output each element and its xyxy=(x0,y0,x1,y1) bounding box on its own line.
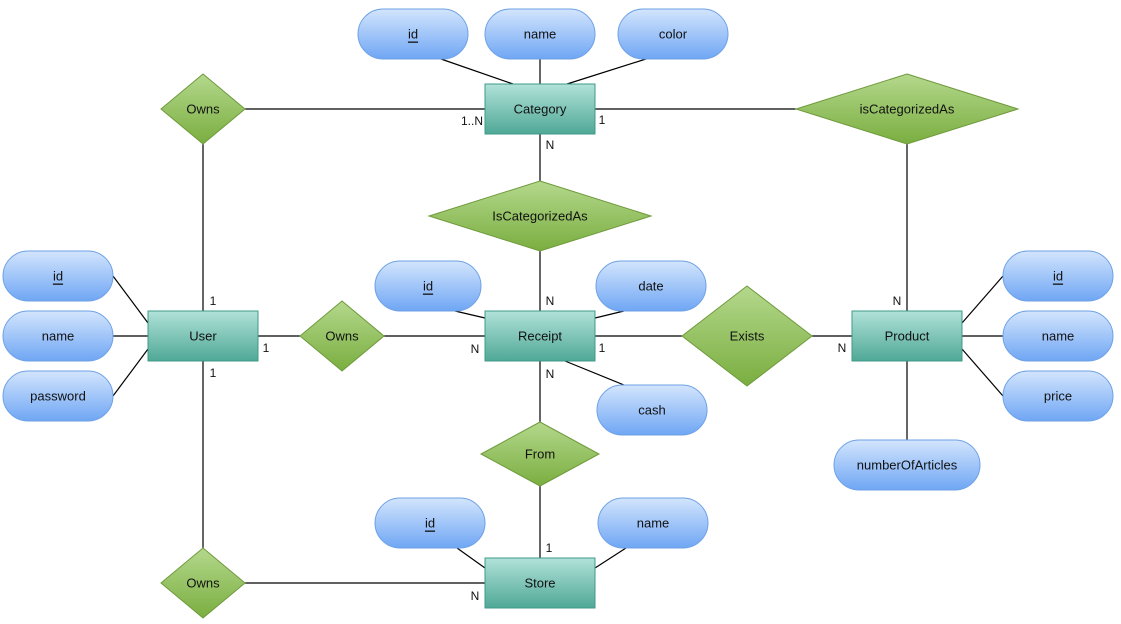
relationship-label: Owns xyxy=(186,576,220,591)
relationship-label: isCategorizedAs xyxy=(860,102,955,117)
er-diagram: id name color id name password id date c… xyxy=(2,8,1114,619)
attribute-store-name[interactable]: name xyxy=(597,497,709,549)
cardinality-label: N xyxy=(471,342,480,356)
attribute-label: date xyxy=(638,279,663,294)
attribute-label: id xyxy=(423,279,433,294)
attribute-label: id xyxy=(408,27,418,42)
relationship-product-categorized[interactable]: isCategorizedAs xyxy=(794,73,1020,145)
attribute-store-id[interactable]: id xyxy=(374,497,486,549)
cardinality-label: N xyxy=(546,294,555,308)
relationship-owns-category[interactable]: Owns xyxy=(160,73,246,145)
attribute-category-id[interactable]: id xyxy=(357,8,469,60)
attribute-label: name xyxy=(1042,329,1075,344)
cardinality-label: 1 xyxy=(263,341,270,355)
attribute-label: name xyxy=(524,27,557,42)
attribute-label: color xyxy=(659,27,688,42)
attribute-label: id xyxy=(425,516,435,531)
entity-label: Receipt xyxy=(518,329,562,344)
attribute-category-color[interactable]: color xyxy=(617,8,729,60)
relationship-label: Owns xyxy=(186,102,220,117)
relationship-label: Owns xyxy=(325,329,359,344)
relationship-from[interactable]: From xyxy=(479,421,601,487)
cardinality-label: N xyxy=(893,294,902,308)
entity-label: Store xyxy=(524,576,555,591)
attribute-product-name[interactable]: name xyxy=(1002,310,1114,362)
relationship-owns-store[interactable]: Owns xyxy=(160,547,246,619)
relationship-owns-receipt[interactable]: Owns xyxy=(299,300,385,372)
attribute-label: name xyxy=(637,516,670,531)
attribute-receipt-id[interactable]: id xyxy=(374,260,482,312)
cardinality-label: 1 xyxy=(599,113,606,127)
cardinality-label: 1 xyxy=(210,294,217,308)
attribute-label: numberOfArticles xyxy=(857,458,958,473)
attribute-label: id xyxy=(1053,269,1063,284)
attribute-label: id xyxy=(53,269,63,284)
attribute-receipt-cash[interactable]: cash xyxy=(596,384,708,436)
relationship-label: From xyxy=(525,447,555,462)
cardinality-label: 1..N xyxy=(461,114,483,128)
attribute-receipt-date[interactable]: date xyxy=(595,260,707,312)
attribute-label: cash xyxy=(638,403,665,418)
entity-label: Category xyxy=(514,102,567,117)
entity-store[interactable]: Store xyxy=(484,557,596,609)
attribute-user-name[interactable]: name xyxy=(2,310,114,362)
cardinality-label: 1 xyxy=(546,541,553,555)
attribute-label: password xyxy=(30,389,86,404)
attribute-product-numberOfArticles[interactable]: numberOfArticles xyxy=(833,439,981,491)
relationship-receipt-categorized[interactable]: IsCategorizedAs xyxy=(427,180,653,252)
attribute-label: price xyxy=(1044,389,1072,404)
attribute-product-price[interactable]: price xyxy=(1002,370,1114,422)
entity-receipt[interactable]: Receipt xyxy=(484,310,596,362)
attribute-user-password[interactable]: password xyxy=(2,370,114,422)
cardinality-label: N xyxy=(471,589,480,603)
attribute-category-name[interactable]: name xyxy=(484,8,596,60)
attribute-product-id[interactable]: id xyxy=(1002,250,1114,302)
relationship-label: Exists xyxy=(730,329,765,344)
cardinality-label: 1 xyxy=(599,341,606,355)
attribute-label: name xyxy=(42,329,75,344)
entity-label: User xyxy=(189,329,217,344)
entity-category[interactable]: Category xyxy=(484,83,596,135)
cardinality-label: N xyxy=(838,341,847,355)
attribute-user-id[interactable]: id xyxy=(2,250,114,302)
cardinality-label: N xyxy=(546,367,555,381)
entity-user[interactable]: User xyxy=(147,310,259,362)
entity-product[interactable]: Product xyxy=(851,310,963,362)
relationship-label: IsCategorizedAs xyxy=(492,209,588,224)
cardinality-label: 1 xyxy=(210,366,217,380)
cardinality-label: N xyxy=(546,138,555,152)
entity-label: Product xyxy=(885,329,930,344)
